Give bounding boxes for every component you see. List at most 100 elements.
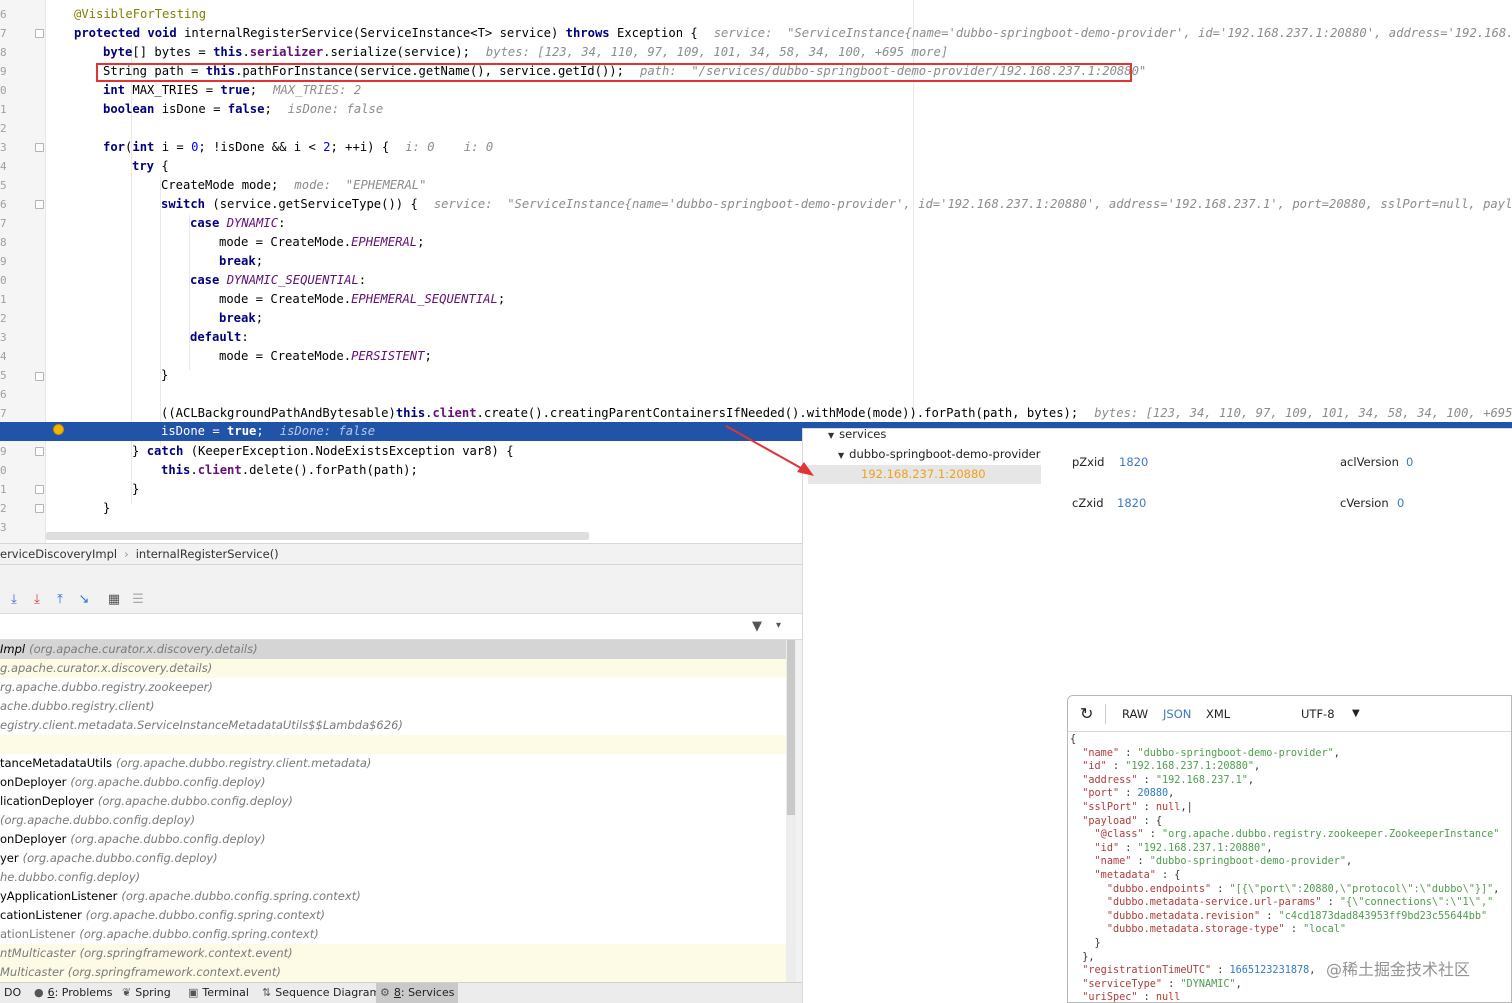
evaluate-expression-icon[interactable]: ▦ [107,593,121,607]
line-number[interactable]: 4 [0,157,10,176]
line-number[interactable]: 7 [0,24,10,43]
stack-frame[interactable]: licationDeployer (org.apache.dubbo.config… [0,792,795,811]
line-number[interactable]: 1 [0,100,10,119]
line-number[interactable]: 0 [0,461,10,480]
frames-list[interactable]: Impl (org.apache.curator.x.discovery.deta… [0,640,795,982]
code-line-29[interactable]: } catch (KeeperException.NodeExistsExcep… [46,442,514,461]
expand-triangle-icon[interactable]: ▼ [838,451,844,460]
fold-marker-icon[interactable] [35,143,44,152]
line-number[interactable]: 1 [0,290,10,309]
stack-frame[interactable]: ationListener (org.apache.dubbo.config.sp… [0,925,795,944]
chevron-down-icon[interactable]: ▼ [1352,696,1360,732]
force-step-into-icon[interactable]: ⤓ [30,593,44,607]
line-number[interactable]: 5 [0,176,10,195]
stack-frame[interactable]: ache.dubbo.registry.client) [0,697,795,716]
step-out-icon[interactable]: ⤒ [53,593,67,607]
code-line-14[interactable]: try { [46,157,169,176]
line-number[interactable]: 5 [0,366,10,385]
stack-frame[interactable]: onDeployer (org.apache.dubbo.config.deplo… [0,773,795,792]
line-number[interactable]: 7 [0,404,10,423]
editor-gutter[interactable]: 6789012345678901234567890123 [0,0,46,543]
code-line-11[interactable]: boolean isDone = false; isDone: false [46,100,383,119]
toolwindow-services[interactable]: ⚙ 8: Services [376,983,459,1003]
line-number[interactable]: 6 [0,195,10,214]
toolwindow-terminal[interactable]: ▣ Terminal [184,983,253,1003]
run-to-cursor-icon[interactable]: ↘ [77,593,91,607]
breadcrumb-method[interactable]: internalRegisterService() [136,547,279,561]
stack-frame[interactable]: onDeployer (org.apache.dubbo.config.deplo… [0,830,795,849]
expand-triangle-icon[interactable]: ▼ [828,431,834,440]
fold-marker-icon[interactable] [35,447,44,456]
code-line-16[interactable]: switch (service.getServiceType()) {servi… [46,195,1512,214]
frames-scrollbar-thumb[interactable] [787,640,795,815]
line-number[interactable]: 8 [0,43,10,62]
code-line-30[interactable]: this.client.delete().forPath(path); [46,461,418,480]
code-line-15[interactable]: CreateMode mode; mode: "EPHEMERAL" [46,176,426,195]
refresh-icon[interactable]: ↻ [1080,696,1093,732]
trace-stream-icon[interactable]: ☰ [131,593,145,607]
step-over-icon[interactable]: ⤓ [7,593,21,607]
horizontal-scrollbar[interactable] [46,532,589,540]
charset-select[interactable]: UTF-8 [1301,696,1335,732]
code-line-24[interactable]: mode = CreateMode.PERSISTENT; [46,347,432,366]
code-line-28[interactable]: isDone = true; isDone: false [46,422,375,441]
fold-marker-icon[interactable] [35,29,44,38]
toolwindow-spring[interactable]: ❦ Spring [118,983,175,1003]
line-number[interactable]: 6 [0,385,10,404]
stack-frame[interactable]: egistry.client.metadata.ServiceInstanceM… [0,716,795,735]
intention-bulb-icon[interactable] [53,424,64,435]
line-number[interactable]: 2 [0,119,10,138]
line-number[interactable]: 7 [0,214,10,233]
tab-xml[interactable]: XML [1206,696,1230,732]
stack-frame[interactable]: rg.apache.dubbo.registry.zookeeper) [0,678,795,697]
stack-frame[interactable] [0,735,795,754]
line-number[interactable]: 3 [0,328,10,347]
line-number[interactable]: 9 [0,62,10,81]
code-line-19[interactable]: break; [46,252,263,271]
code-line-21[interactable]: mode = CreateMode.EPHEMERAL_SEQUENTIAL; [46,290,505,309]
code-line-10[interactable]: int MAX_TRIES = true; MAX_TRIES: 2 [46,81,361,100]
code-line-18[interactable]: mode = CreateMode.EPHEMERAL; [46,233,424,252]
tree-node-provider[interactable]: ▼ dubbo-springboot-demo-provider [838,445,1040,464]
tree-node-instance[interactable]: 192.168.237.1:20880 [861,465,986,484]
line-number[interactable]: 9 [0,252,10,271]
line-number[interactable]: 9 [0,442,10,461]
stack-frame[interactable]: yer (org.apache.dubbo.config.deploy) [0,849,795,868]
fold-marker-icon[interactable] [35,485,44,494]
stack-frame[interactable]: ntMulticaster (org.springframework.contex… [0,944,795,963]
stack-frame[interactable]: Impl (org.apache.curator.x.discovery.deta… [0,640,795,659]
tab-raw[interactable]: RAW [1122,696,1148,732]
line-number[interactable]: 0 [0,271,10,290]
code-line-6[interactable]: @VisibleForTesting [46,5,206,24]
filter-icon[interactable]: ▼ [752,619,762,634]
stack-frame[interactable]: (org.apache.dubbo.config.deploy) [0,811,795,830]
toolwindow-do[interactable]: DO [0,983,25,1003]
line-number[interactable]: 0 [0,81,10,100]
fold-marker-icon[interactable] [35,372,44,381]
tree-node-services[interactable]: ▼ services [828,425,886,444]
line-number[interactable]: 8 [0,233,10,252]
stack-frame[interactable]: cationListener (org.apache.dubbo.config.s… [0,906,795,925]
code-line-7[interactable]: protected void internalRegisterService(S… [46,24,1512,43]
chevron-down-icon[interactable]: ▾ [776,620,781,631]
stack-frame[interactable]: Multicaster (org.springframework.context.… [0,963,795,982]
code-line-13[interactable]: for(int i = 0; !isDone && i < 2; ++i) {i… [46,138,493,157]
line-number[interactable]: 6 [0,5,10,24]
code-line-23[interactable]: default: [46,328,249,347]
line-number[interactable]: 3 [0,518,10,537]
breadcrumb-class[interactable]: erviceDiscoveryImpl [0,547,117,561]
line-number[interactable]: 1 [0,480,10,499]
line-number[interactable]: 3 [0,138,10,157]
toolwindow-sequencediagram[interactable]: ⇅ Sequence Diagram [258,983,384,1003]
code-line-31[interactable]: } [46,480,139,499]
code-line-20[interactable]: case DYNAMIC_SEQUENTIAL: [46,271,366,290]
tab-json[interactable]: JSON [1163,696,1191,732]
stack-frame[interactable]: he.dubbo.config.deploy) [0,868,795,887]
code-line-32[interactable]: } [46,499,110,518]
code-line-27[interactable]: ((ACLBackgroundPathAndBytesable)this.cli… [46,404,1512,423]
line-number[interactable]: 2 [0,499,10,518]
code-line-8[interactable]: byte[] bytes = this.serializer.serialize… [46,43,948,62]
stack-frame[interactable]: tanceMetadataUtils (org.apache.dubbo.regi… [0,754,795,773]
stack-frame[interactable]: yApplicationListener (org.apache.dubbo.co… [0,887,795,906]
toolwindow-problems[interactable]: ● 6: Problems [30,983,117,1003]
